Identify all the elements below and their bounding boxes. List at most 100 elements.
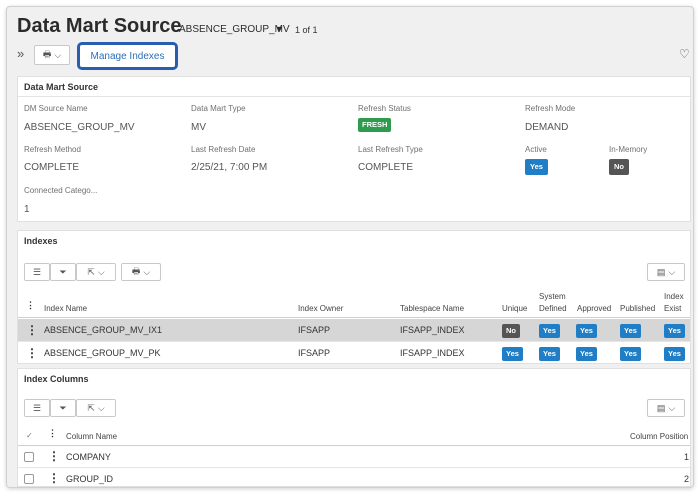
column-settings-button[interactable]: ▤ ⌵ — [647, 263, 685, 281]
data-mart-type-label: Data Mart Type — [191, 104, 246, 113]
report-icon: 🖶 — [42, 49, 52, 59]
row-menu-icon[interactable]: ⋮ — [26, 323, 38, 337]
list-view-button[interactable]: ☰ — [24, 399, 50, 417]
col-unique[interactable]: Unique — [502, 304, 527, 313]
index-owner-cell: IFSAPP — [298, 325, 331, 335]
last-refresh-type-label: Last Refresh Type — [358, 145, 423, 154]
col-published[interactable]: Published — [620, 304, 655, 313]
approved-badge: Yes — [576, 324, 597, 338]
index-name-cell: ABSENCE_GROUP_MV_IX1 — [44, 325, 163, 335]
page-title: Data Mart Source — [17, 15, 182, 37]
published-badge: Yes — [620, 324, 641, 338]
table-row[interactable]: ⋮ ABSENCE_GROUP_MV_IX1 IFSAPP IFSAPP_IND… — [18, 319, 690, 342]
col-column-position[interactable]: Column Position — [630, 432, 688, 441]
column-name-cell: COMPANY — [66, 452, 111, 462]
system-defined-badge: Yes — [539, 347, 560, 361]
row-menu-icon[interactable]: ⋮ — [48, 471, 60, 485]
col-index-exist-2[interactable]: Exist — [664, 304, 681, 313]
detail-panel: Data Mart Source DM Source Name ABSENCE_… — [17, 76, 691, 222]
index-columns-header-row: ✓ ⋮ Column Name Column Position — [18, 425, 690, 446]
export-button[interactable]: ⇱ ⌵ — [76, 399, 116, 417]
data-mart-type-value: MV — [191, 122, 206, 133]
report-button[interactable]: 🖶 ⌵ — [121, 263, 161, 281]
active-badge: Yes — [525, 159, 548, 175]
index-columns-panel: Index Columns ☰ ⏷ ⇱ ⌵ ▤ ⌵ ✓ ⋮ Column Name … — [17, 368, 691, 487]
connected-categories-label: Connected Catego... — [24, 186, 98, 195]
column-position-cell: 2 — [684, 474, 690, 484]
row-checkbox[interactable] — [24, 452, 34, 462]
record-selector[interactable]: ABSENCE_GROUP_MV — [179, 24, 290, 35]
refresh-mode-value: DEMAND — [525, 122, 569, 133]
refresh-method-label: Refresh Method — [24, 145, 81, 154]
connected-categories-value: 1 — [24, 204, 30, 215]
index-owner-cell: IFSAPP — [298, 348, 331, 358]
last-refresh-date-value: 2/25/21, 7:00 PM — [191, 162, 268, 173]
tablespace-cell: IFSAPP_INDEX — [400, 325, 465, 335]
filter-button[interactable]: ⏷ — [50, 263, 76, 281]
row-checkbox[interactable] — [24, 474, 34, 484]
row-menu-header-icon[interactable]: ⋮ — [26, 300, 35, 311]
row-menu-icon[interactable]: ⋮ — [48, 449, 60, 463]
active-label: Active — [525, 145, 547, 154]
col-index-name[interactable]: Index Name — [44, 304, 87, 313]
in-memory-badge: No — [609, 159, 629, 175]
column-name-cell: GROUP_ID — [66, 474, 114, 484]
in-memory-label: In-Memory — [609, 145, 648, 154]
table-row[interactable]: ⋮ COMPANY 1 — [18, 446, 690, 468]
col-approved[interactable]: Approved — [577, 304, 611, 313]
list-view-button[interactable]: ☰ — [24, 263, 50, 281]
list-icon: ☰ — [32, 266, 42, 277]
dm-source-name-label: DM Source Name — [24, 104, 88, 113]
last-refresh-date-label: Last Refresh Date — [191, 145, 256, 154]
record-dropdown-icon[interactable]: ▼ — [275, 24, 284, 34]
col-system-defined-2[interactable]: Defined — [539, 304, 567, 313]
expand-icon[interactable]: » — [17, 46, 24, 61]
column-settings-button[interactable]: ▤ ⌵ — [647, 399, 685, 417]
chevron-down-icon: ⌵ — [143, 266, 151, 277]
approved-badge: Yes — [576, 347, 597, 361]
chevron-down-icon: ⌵ — [97, 402, 105, 413]
report-menu-button[interactable]: 🖶 ⌵ — [34, 45, 70, 65]
index-columns-toolbar: ☰ ⏷ ⇱ ⌵ — [24, 399, 118, 417]
refresh-mode-label: Refresh Mode — [525, 104, 576, 113]
dm-source-name-value: ABSENCE_GROUP_MV — [24, 122, 135, 133]
report-icon: 🖶 — [131, 266, 141, 276]
columns-icon: ▤ — [656, 266, 666, 277]
tablespace-cell: IFSAPP_INDEX — [400, 348, 465, 358]
filter-button[interactable]: ⏷ — [50, 399, 76, 417]
manage-indexes-button[interactable]: Manage Indexes — [77, 42, 178, 70]
table-row[interactable]: ⋮ GROUP_ID 2 — [18, 468, 690, 487]
index-exist-badge: Yes — [664, 324, 685, 338]
row-menu-icon[interactable]: ⋮ — [26, 346, 38, 360]
export-button[interactable]: ⇱ ⌵ — [76, 263, 116, 281]
indexes-header-row: ⋮ Index Name Index Owner Tablespace Name… — [18, 291, 690, 318]
unique-badge: No — [502, 324, 520, 338]
export-icon: ⇱ — [87, 402, 95, 413]
table-row[interactable]: ⋮ ABSENCE_GROUP_MV_PK IFSAPP IFSAPP_INDE… — [18, 342, 690, 365]
columns-icon: ▤ — [656, 402, 666, 413]
unique-badge: Yes — [502, 347, 523, 361]
index-name-cell: ABSENCE_GROUP_MV_PK — [44, 348, 161, 358]
col-column-name[interactable]: Column Name — [66, 432, 117, 441]
last-refresh-type-value: COMPLETE — [358, 162, 414, 173]
filter-icon: ⏷ — [59, 266, 67, 277]
col-index-owner[interactable]: Index Owner — [298, 304, 343, 313]
favorite-icon[interactable]: ♡ — [679, 47, 690, 61]
chevron-down-icon: ⌵ — [668, 266, 676, 277]
chevron-down-icon: ⌵ — [97, 266, 105, 277]
chevron-down-icon: ⌵ — [54, 49, 62, 60]
col-system-defined-1[interactable]: System — [539, 292, 566, 301]
row-menu-header-icon[interactable]: ⋮ — [48, 428, 57, 439]
col-index-exist-1[interactable]: Index — [664, 292, 684, 301]
app-frame: Data Mart Source ABSENCE_GROUP_MV ▼ 1 of… — [6, 6, 694, 488]
chevron-down-icon: ⌵ — [668, 402, 676, 413]
index-columns-heading: Index Columns — [24, 374, 89, 384]
detail-heading: Data Mart Source — [18, 77, 690, 97]
select-all-check-icon[interactable]: ✓ — [26, 431, 33, 440]
col-tablespace[interactable]: Tablespace Name — [400, 304, 464, 313]
published-badge: Yes — [620, 347, 641, 361]
indexes-panel: Indexes ☰ ⏷ ⇱ ⌵ 🖶 ⌵ ▤ ⌵ ⋮ Index Name Index … — [17, 230, 691, 364]
refresh-status-badge: FRESH — [358, 118, 392, 132]
column-position-cell: 1 — [684, 452, 690, 462]
refresh-method-value: COMPLETE — [24, 162, 80, 173]
